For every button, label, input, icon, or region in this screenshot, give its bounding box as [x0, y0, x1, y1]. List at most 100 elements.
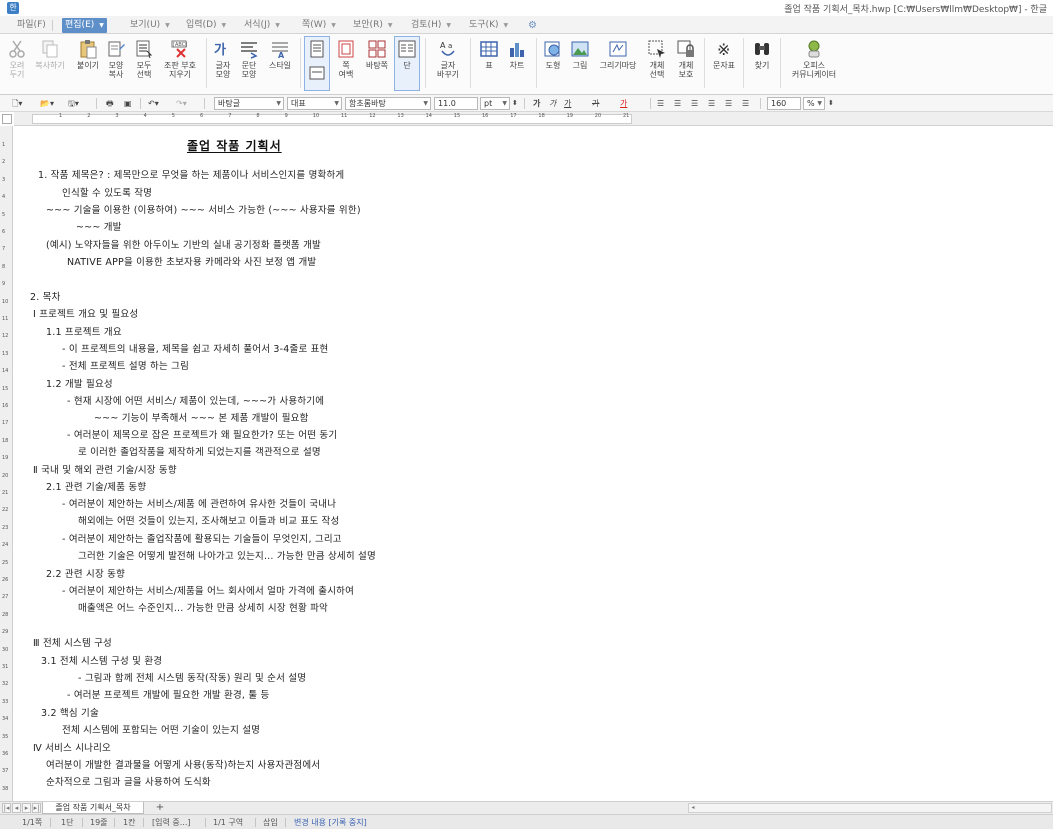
- menu-insert[interactable]: 입력(D) ▼: [183, 18, 229, 33]
- status-mode: [입력 중...]: [152, 818, 191, 827]
- paste-button[interactable]: 붙이기: [73, 39, 103, 70]
- language-select[interactable]: 대표 ▼: [287, 97, 342, 110]
- spacing-stepper[interactable]: ⬍: [828, 97, 834, 110]
- object-protect-button[interactable]: 개체 보호: [673, 39, 699, 79]
- shape-button[interactable]: 도형: [541, 39, 565, 70]
- document-tab[interactable]: 졸업 작품 기획서_목차: [42, 802, 144, 814]
- menu-tools[interactable]: 도구(K) ▼: [466, 18, 511, 33]
- document-line: 1.1 프로젝트 개요: [46, 327, 122, 338]
- page-layout-button[interactable]: [305, 39, 329, 85]
- vruler-number: 2: [2, 159, 6, 166]
- svg-text:a: a: [448, 42, 452, 50]
- document-line: 전체 시스템에 포함되는 어떤 기술이 있는지 설명: [62, 725, 261, 736]
- print-preview-icon[interactable]: ▣: [124, 97, 132, 110]
- ruler-number: 21: [623, 113, 630, 119]
- menu-security[interactable]: 보안(R) ▼: [350, 18, 395, 33]
- change-case-icon: Aa: [440, 41, 455, 56]
- draw-button[interactable]: 그리기마당: [596, 39, 640, 70]
- document-page[interactable]: 졸업 작품 기획서 1. 작품 제목은? : 제목만으로 무엇을 하는 제품이나…: [14, 126, 1053, 801]
- ruler-corner[interactable]: [2, 114, 12, 124]
- undo-icon[interactable]: ↶▾: [148, 97, 159, 110]
- find-button[interactable]: 찾기: [750, 39, 774, 70]
- menu-file[interactable]: 파일(F): [14, 18, 49, 33]
- menu-view[interactable]: 보기(U) ▼: [127, 18, 173, 33]
- save-icon[interactable]: 🖫▾: [68, 97, 79, 110]
- add-tab-button[interactable]: +: [150, 802, 170, 814]
- align-justify-icon[interactable]: ☰: [657, 97, 664, 110]
- italic-button[interactable]: 가: [549, 97, 556, 110]
- status-page[interactable]: 1/1쪽: [22, 817, 42, 828]
- menu-format[interactable]: 서식(J) ▼: [241, 18, 283, 33]
- format-copy-button[interactable]: 모양 복사: [103, 39, 129, 79]
- menu-review[interactable]: 검토(H) ▼: [408, 18, 454, 33]
- style-select[interactable]: 바탕글 ▼: [214, 97, 284, 110]
- change-case-button[interactable]: Aa 글자 바꾸기: [431, 39, 465, 79]
- align-right-icon[interactable]: ☰: [708, 97, 715, 110]
- help-icon[interactable]: ⚙: [525, 18, 540, 33]
- status-section: 1/1 구역: [213, 818, 244, 827]
- office-communicator-button[interactable]: 오피스 커뮤니케이터: [786, 39, 842, 79]
- copy-button[interactable]: 복사하기: [32, 39, 68, 70]
- redo-icon[interactable]: ↷▾: [176, 97, 187, 110]
- symbol-button[interactable]: ※ 문자표: [709, 39, 739, 70]
- select-all-button[interactable]: 모두 선택: [131, 39, 157, 79]
- document-line: (예시) 노약자들을 위한 아두이노 기반의 실내 공기정화 플랫폼 개발: [46, 240, 321, 251]
- background-page-button[interactable]: 바탕쪽: [362, 39, 392, 70]
- select-all-icon: [136, 40, 153, 59]
- split-icon[interactable]: ☰: [742, 97, 749, 110]
- vruler-number: 4: [2, 194, 6, 201]
- ruler-number: 16: [482, 113, 489, 119]
- align-center-icon[interactable]: ☰: [691, 97, 698, 110]
- cut-button[interactable]: 오려 두기: [4, 39, 30, 79]
- spacing-unit-select[interactable]: % ▼: [803, 97, 825, 110]
- status-insert-mode[interactable]: 삽입: [263, 817, 278, 828]
- chevron-down-icon: ▼: [502, 100, 507, 107]
- font-color-button[interactable]: 가: [620, 97, 627, 110]
- horizontal-ruler[interactable]: 1 2 3 4 5 6 7 8 9 10 11 12 13 14 15 16 17 18 19 20 21: [14, 112, 1053, 126]
- vruler-number: 18: [2, 437, 9, 444]
- document-line: - 그림과 함께 전체 시스템 동작(작동) 원리 및 순서 설명: [78, 673, 307, 684]
- vruler-number: 22: [2, 507, 9, 514]
- vruler-number: 33: [2, 698, 9, 705]
- picture-button[interactable]: 그림: [568, 39, 592, 70]
- last-tab-icon[interactable]: ▸|: [32, 803, 41, 813]
- vertical-ruler[interactable]: 1 2 3 4 5 6 7 8 9 10 11 12 13 14 15 16 17 18 19 20 21 22 23 24 2…: [0, 126, 13, 801]
- prev-tab-icon[interactable]: ◂: [12, 803, 21, 813]
- first-tab-icon[interactable]: |◂: [2, 803, 11, 813]
- document-tab-bar: |◂ ◂ ▸ ▸| 졸업 작품 기획서_목차 + ◂: [0, 801, 1053, 814]
- align-left-icon[interactable]: ☰: [674, 97, 681, 110]
- margin-button[interactable]: 쪽 여백: [333, 39, 359, 79]
- status-track-changes[interactable]: 변경 내용 [기록 중지]: [294, 817, 367, 828]
- horizontal-scrollbar[interactable]: [688, 803, 1052, 813]
- next-tab-icon[interactable]: ▸: [22, 803, 31, 813]
- print-icon[interactable]: 🖶: [106, 97, 114, 110]
- font-select[interactable]: 함초롬바탕 ▼: [345, 97, 431, 110]
- table-button[interactable]: 표: [477, 39, 501, 70]
- underline-button[interactable]: 가: [564, 97, 571, 110]
- chevron-down-icon: ▼: [423, 100, 428, 107]
- ruler-number: 19: [566, 113, 573, 119]
- size-stepper[interactable]: ⬍: [512, 97, 518, 110]
- clear-marks-button[interactable]: [ABC] 조판 부호 지우기: [160, 39, 200, 79]
- document-line: 3.1 전체 시스템 구성 및 환경: [41, 656, 163, 667]
- size-unit-select[interactable]: pt ▼: [480, 97, 510, 110]
- object-select-button[interactable]: 개체 선택: [644, 39, 670, 79]
- columns-button[interactable]: 단: [395, 39, 419, 70]
- char-shape-button[interactable]: 가 글자 모양: [211, 39, 235, 79]
- distribute-icon[interactable]: ☰: [725, 97, 732, 110]
- chart-button[interactable]: 차트: [505, 39, 529, 70]
- line-spacing-input[interactable]: 160: [767, 97, 801, 110]
- bold-button[interactable]: 가: [533, 97, 540, 110]
- strike-button[interactable]: 가: [592, 97, 599, 110]
- menu-page[interactable]: 쪽(W) ▼: [299, 18, 339, 33]
- ruler-number: 20: [594, 113, 602, 119]
- menu-edit[interactable]: 편집(E) ▼: [62, 18, 107, 33]
- vruler-number: 5: [2, 211, 6, 218]
- open-folder-icon[interactable]: 📂▾: [40, 97, 54, 110]
- para-shape-button[interactable]: 문단 모양: [237, 39, 261, 79]
- style-button[interactable]: A 스타일: [264, 39, 296, 70]
- font-size-input[interactable]: 11.0: [434, 97, 478, 110]
- scroll-left-icon[interactable]: ◂: [688, 803, 698, 813]
- new-doc-icon[interactable]: 🗋▾: [12, 97, 22, 110]
- background-page-icon: [368, 40, 386, 58]
